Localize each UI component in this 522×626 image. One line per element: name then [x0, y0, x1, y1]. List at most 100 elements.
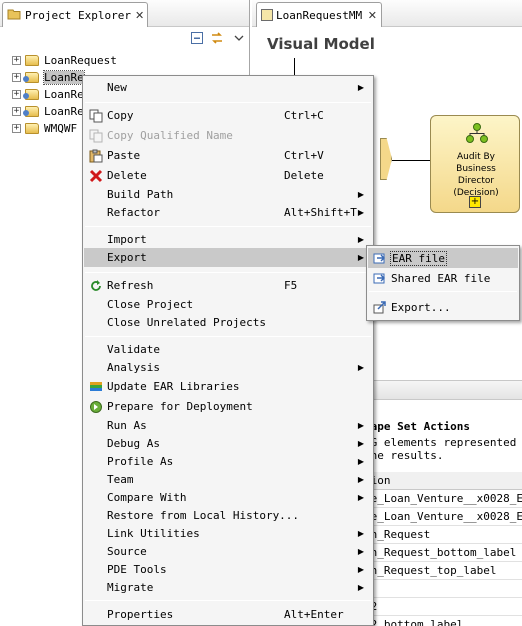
project-folder-icon: [23, 89, 39, 100]
connector-line: [392, 160, 430, 161]
menu-item-update-ear-libraries[interactable]: Update EAR Libraries: [84, 377, 372, 396]
submenu-item-export[interactable]: Export...: [368, 297, 518, 317]
menu-item-prepare-for-deployment[interactable]: Prepare for Deployment: [84, 397, 372, 416]
menu-item-copy[interactable]: Copy Ctrl+C: [84, 106, 372, 125]
submenu-arrow-icon: ▶: [357, 235, 364, 244]
shape-set-actions-panel: hape Set Actions VG elements represented…: [362, 380, 522, 626]
menu-item-close-unrelated-projects[interactable]: Close Unrelated Projects: [84, 313, 372, 332]
submenu-arrow-icon: ▶: [357, 253, 364, 262]
table-row[interactable]: _2: [362, 598, 522, 616]
menu-item-analysis[interactable]: Analysis ▶: [84, 358, 372, 377]
project-explorer-toolbar: [0, 27, 249, 49]
libraries-icon: [88, 379, 104, 395]
paste-icon: [88, 148, 104, 164]
copy-icon: [88, 128, 104, 144]
submenu-arrow-icon: ▶: [357, 83, 364, 92]
menu-separator: [85, 226, 371, 227]
link-with-editor-icon[interactable]: [210, 31, 224, 45]
menu-item-import[interactable]: Import ▶: [84, 230, 372, 249]
close-icon[interactable]: ✕: [135, 9, 144, 22]
menu-item-debug-as[interactable]: Debug As ▶: [84, 434, 372, 453]
tree-item-loanrequest[interactable]: + LoanRequest: [0, 52, 250, 69]
menu-item-pde-tools[interactable]: PDE Tools ▶: [84, 560, 372, 579]
menu-item-delete[interactable]: Delete Delete: [84, 166, 372, 185]
table-row[interactable]: an_Request: [362, 526, 522, 544]
delete-icon: [88, 168, 104, 184]
decision-node[interactable]: Audit By Business Director (Decision) +: [430, 115, 520, 213]
collapse-all-icon[interactable]: [190, 31, 204, 45]
submenu-arrow-icon: ▶: [357, 421, 364, 430]
folder-icon: [7, 8, 21, 23]
table-row[interactable]: [362, 580, 522, 598]
menu-item-run-as[interactable]: Run As ▶: [84, 416, 372, 435]
decision-node-label: Audit By Business Director (Decision): [453, 152, 499, 198]
table-row[interactable]: te_Loan_Venture__x0028_Ex: [362, 490, 522, 508]
submenu-arrow-icon: ▶: [357, 190, 364, 199]
project-folder-icon: [23, 72, 39, 83]
view-menu-icon[interactable]: [232, 31, 246, 45]
export-submenu: EAR file Shared EAR file Export...: [366, 245, 520, 321]
editor-tabbar: LoanRequestMM ✕: [252, 0, 522, 27]
menu-separator: [369, 291, 517, 292]
expand-plus-icon[interactable]: +: [469, 196, 481, 208]
tree-item-label: WMQWF: [44, 122, 78, 135]
panel-description: VG elements represented b the results.: [364, 436, 522, 462]
menu-item-profile-as[interactable]: Profile As ▶: [84, 452, 372, 471]
refresh-icon: [88, 278, 104, 294]
shared-ear-icon: [372, 270, 388, 286]
expand-icon[interactable]: +: [12, 73, 21, 82]
folder-icon: [25, 55, 39, 66]
table-row[interactable]: an_Request_top_label: [362, 562, 522, 580]
menu-item-source[interactable]: Source ▶: [84, 542, 372, 561]
menu-item-copy-qualified-name[interactable]: Copy Qualified Name: [84, 126, 372, 145]
expand-icon[interactable]: +: [12, 56, 21, 65]
menu-item-refresh[interactable]: Refresh F5: [84, 276, 372, 295]
context-menu: New ▶ Copy Ctrl+C Copy Qualified Name Pa…: [82, 75, 374, 626]
project-folder-icon: [23, 106, 39, 117]
menu-item-compare-with[interactable]: Compare With ▶: [84, 488, 372, 507]
menu-separator: [85, 102, 371, 103]
flow-shape[interactable]: [380, 138, 392, 180]
copy-icon: [88, 108, 104, 124]
submenu-item-shared-ear-file[interactable]: Shared EAR file: [368, 268, 518, 288]
menu-separator: [85, 600, 371, 601]
submenu-arrow-icon: ▶: [357, 457, 364, 466]
menu-item-migrate[interactable]: Migrate ▶: [84, 578, 372, 597]
menu-separator: [85, 336, 371, 337]
export-icon: [372, 299, 388, 315]
menu-item-export[interactable]: Export ▶: [84, 248, 372, 267]
tab-loanrequestmm[interactable]: LoanRequestMM ✕: [256, 2, 382, 27]
close-icon[interactable]: ✕: [368, 9, 377, 22]
expand-icon[interactable]: +: [12, 124, 21, 133]
submenu-arrow-icon: ▶: [357, 493, 364, 502]
table-row[interactable]: _2_bottom_label: [362, 616, 522, 626]
menu-item-paste[interactable]: Paste Ctrl+V: [84, 146, 372, 165]
submenu-arrow-icon: ▶: [357, 583, 364, 592]
page-title: Visual Model: [267, 35, 375, 53]
table-row[interactable]: te_Loan_Venture__x0028_Ex: [362, 508, 522, 526]
submenu-arrow-icon: ▶: [357, 208, 364, 217]
menu-item-restore-from-local-history[interactable]: Restore from Local History...: [84, 506, 372, 525]
menu-item-new[interactable]: New ▶: [84, 78, 372, 97]
ear-file-icon: [372, 250, 388, 266]
submenu-item-ear-file[interactable]: EAR file: [368, 248, 518, 268]
menu-item-refactor[interactable]: Refactor Alt+Shift+T ▶: [84, 203, 372, 222]
submenu-arrow-icon: ▶: [357, 475, 364, 484]
menu-item-close-project[interactable]: Close Project: [84, 295, 372, 314]
tab-project-explorer[interactable]: Project Explorer ✕: [2, 2, 148, 27]
submenu-arrow-icon: ▶: [357, 529, 364, 538]
editor-tab-label: LoanRequestMM: [276, 8, 363, 22]
menu-item-build-path[interactable]: Build Path ▶: [84, 185, 372, 204]
menu-item-link-utilities[interactable]: Link Utilities ▶: [84, 524, 372, 543]
tree-item-label: LoanRe: [44, 88, 84, 101]
folder-icon: [25, 123, 39, 134]
expand-icon[interactable]: +: [12, 107, 21, 116]
tree-item-label: LoanRe: [43, 70, 85, 85]
menu-item-validate[interactable]: Validate: [84, 340, 372, 359]
expand-icon[interactable]: +: [12, 90, 21, 99]
menu-separator: [85, 272, 371, 273]
menu-item-properties[interactable]: Properties Alt+Enter: [84, 605, 372, 624]
menu-item-team[interactable]: Team ▶: [84, 470, 372, 489]
tree-item-label: LoanRequest: [44, 54, 117, 67]
table-row[interactable]: an_Request_bottom_label: [362, 544, 522, 562]
